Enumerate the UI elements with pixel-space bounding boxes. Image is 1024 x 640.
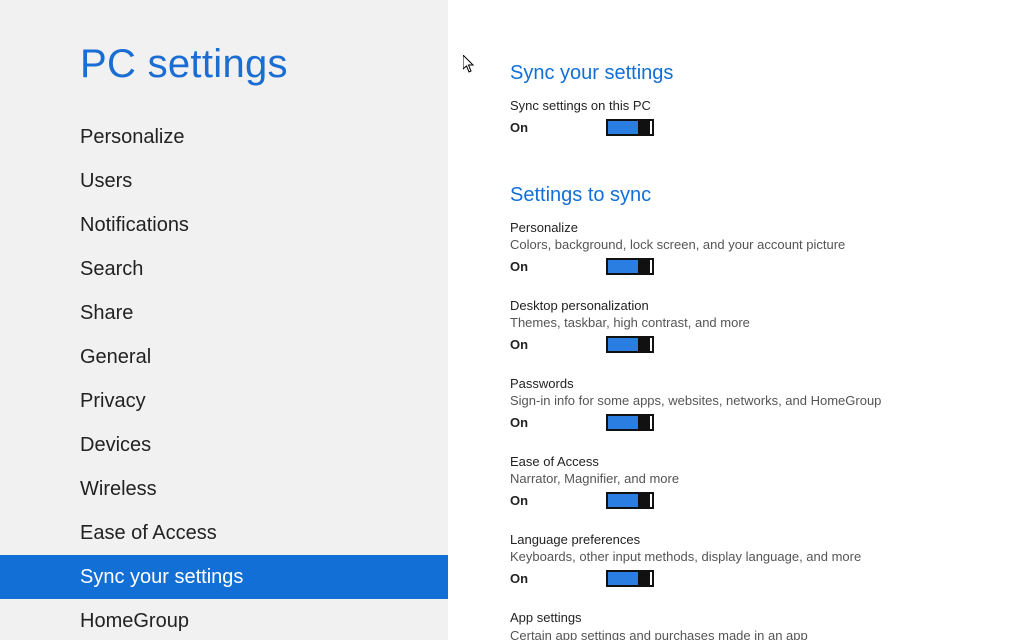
sidebar-item-general[interactable]: General	[0, 335, 448, 379]
toggle-state: On	[510, 415, 606, 430]
toggle-row: On	[510, 570, 996, 587]
setting-desc: Certain app settings and purchases made …	[510, 627, 996, 640]
setting-title: Personalize	[510, 219, 996, 237]
toggle-row: On	[510, 258, 996, 275]
toggle-passwords[interactable]	[606, 414, 654, 431]
toggle-state: On	[510, 571, 606, 586]
setting-sync-on-pc: Sync settings on this PC On	[510, 97, 996, 136]
toggle-state: On	[510, 259, 606, 274]
toggle-row: On	[510, 336, 996, 353]
sidebar-item-share[interactable]: Share	[0, 291, 448, 335]
setting-desc: Narrator, Magnifier, and more	[510, 470, 996, 488]
setting-title: Passwords	[510, 375, 996, 393]
sidebar: PC settings Personalize Users Notification…	[0, 0, 448, 640]
sidebar-item-label: General	[80, 346, 151, 369]
setting-desc: Themes, taskbar, high contrast, and more	[510, 314, 996, 332]
settings-list: PersonalizeColors, background, lock scre…	[510, 219, 996, 640]
setting-app-settings: App settingsCertain app settings and pur…	[510, 609, 996, 640]
sidebar-item-label: Sync your settings	[80, 566, 243, 589]
toggle-state: On	[510, 493, 606, 508]
section-header-to-sync: Settings to sync	[510, 184, 996, 207]
page-title: PC settings	[0, 42, 448, 87]
sidebar-item-homegroup[interactable]: HomeGroup	[0, 599, 448, 640]
sidebar-item-wireless[interactable]: Wireless	[0, 467, 448, 511]
toggle-sync-on-pc[interactable]	[606, 119, 654, 136]
setting-desc: Colors, background, lock screen, and you…	[510, 236, 996, 254]
setting-title: App settings	[510, 609, 996, 627]
sidebar-item-notifications[interactable]: Notifications	[0, 203, 448, 247]
setting-title: Desktop personalization	[510, 297, 996, 315]
toggle-state: On	[510, 337, 606, 352]
toggle-language-preferences[interactable]	[606, 570, 654, 587]
sidebar-item-label: HomeGroup	[80, 610, 189, 633]
sidebar-item-ease-of-access[interactable]: Ease of Access	[0, 511, 448, 555]
toggle-state: On	[510, 120, 606, 135]
sidebar-item-label: Search	[80, 258, 143, 281]
setting-personalize: PersonalizeColors, background, lock scre…	[510, 219, 996, 275]
toggle-ease-of-access[interactable]	[606, 492, 654, 509]
toggle-personalize[interactable]	[606, 258, 654, 275]
sidebar-item-label: Notifications	[80, 214, 189, 237]
setting-desc: Keyboards, other input methods, display …	[510, 548, 996, 566]
sidebar-item-label: Devices	[80, 434, 151, 457]
sidebar-item-label: Ease of Access	[80, 522, 217, 545]
sidebar-item-devices[interactable]: Devices	[0, 423, 448, 467]
sidebar-item-label: Share	[80, 302, 133, 325]
setting-ease-of-access: Ease of AccessNarrator, Magnifier, and m…	[510, 453, 996, 509]
setting-title: Sync settings on this PC	[510, 97, 996, 115]
sidebar-item-search[interactable]: Search	[0, 247, 448, 291]
content-pane: Sync your settings Sync settings on this…	[448, 0, 1024, 640]
setting-title: Language preferences	[510, 531, 996, 549]
sidebar-item-sync-your-settings[interactable]: Sync your settings	[0, 555, 448, 599]
sidebar-item-label: Users	[80, 170, 132, 193]
setting-passwords: PasswordsSign-in info for some apps, web…	[510, 375, 996, 431]
setting-language-preferences: Language preferencesKeyboards, other inp…	[510, 531, 996, 587]
sidebar-item-personalize[interactable]: Personalize	[0, 115, 448, 159]
sidebar-item-users[interactable]: Users	[0, 159, 448, 203]
sidebar-item-label: Personalize	[80, 126, 185, 149]
sidebar-item-privacy[interactable]: Privacy	[0, 379, 448, 423]
setting-desktop-personalization: Desktop personalizationThemes, taskbar, …	[510, 297, 996, 353]
toggle-row: On	[510, 414, 996, 431]
setting-desc: Sign-in info for some apps, websites, ne…	[510, 392, 996, 410]
sidebar-item-label: Wireless	[80, 478, 157, 501]
sidebar-item-label: Privacy	[80, 390, 146, 413]
toggle-row: On	[510, 492, 996, 509]
sidebar-list: Personalize Users Notifications Search Share…	[0, 115, 448, 640]
setting-title: Ease of Access	[510, 453, 996, 471]
section-header-sync: Sync your settings	[510, 62, 996, 85]
toggle-desktop-personalization[interactable]	[606, 336, 654, 353]
